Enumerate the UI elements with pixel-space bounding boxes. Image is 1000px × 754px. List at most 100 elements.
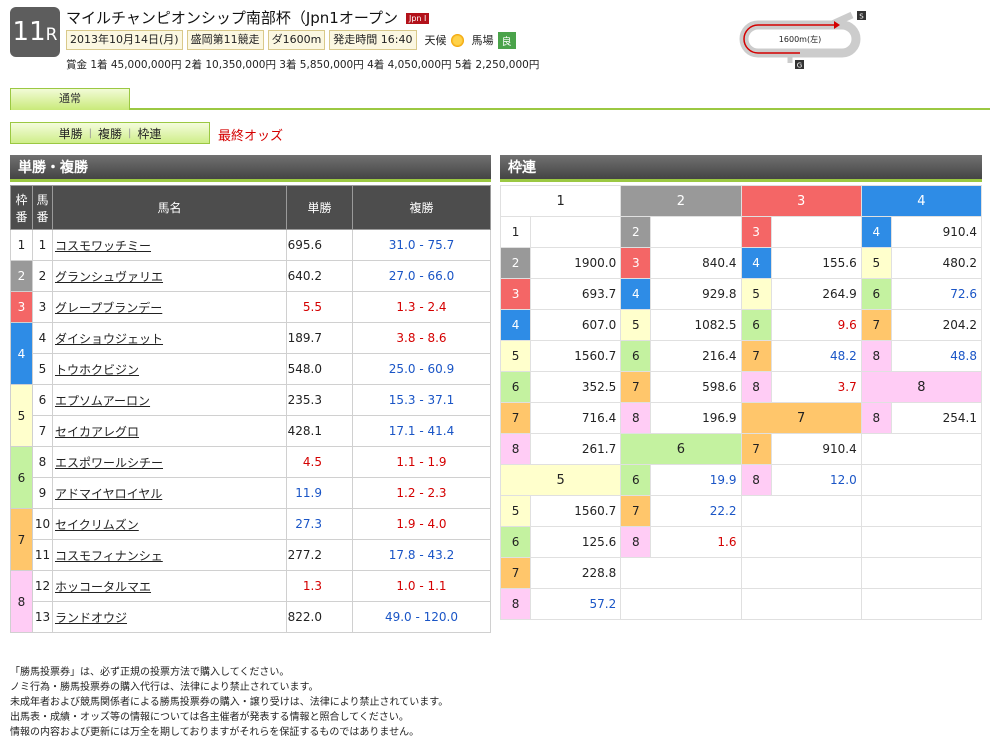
bracket-number-cell: 5 (499, 340, 532, 372)
bracket-odds-cell: 910.4 (890, 216, 983, 248)
empty-cell (740, 526, 862, 558)
svg-text:G: G (797, 62, 802, 70)
table-row: 8 57.2 (499, 588, 983, 620)
table-row: 3 693.7 4 929.8 5 264.9 6 72.6 (499, 278, 983, 310)
table-row: 3 3 グレープブランデー 5.5 1.3 - 2.4 (10, 291, 491, 323)
place-odds-low: 3.8 (396, 331, 416, 345)
bracket-number-cell: 8 (740, 464, 772, 496)
bracket-number-cell: 6 (620, 464, 652, 496)
waku-cell: 7 (10, 508, 33, 571)
col-uma: 馬番 (32, 185, 53, 230)
table-row: 8 12 ホッコータルマエ 1.3 1.0 - 1.1 (10, 570, 491, 633)
bracket-odds-cell: 693.7 (530, 278, 622, 310)
place-odds-low: 49.0 (384, 610, 412, 624)
bracket-odds-cell: 228.8 (530, 557, 622, 589)
horse-name-link[interactable]: コスモワッチミー (55, 239, 151, 253)
disclaimer-line: ノミ行為・勝馬投票券の購入代行は、法律により禁止されています。 (10, 682, 319, 693)
place-odds-low: 1.0 (396, 579, 416, 593)
table-row: 13 ランドオウジ 822.0 49.0 - 120.0 (11, 601, 491, 633)
place-odds-high: 1.9 (427, 455, 447, 469)
disclaimer-notes: 「勝馬投票券」は、必ず正規の投票方法で購入してください。 ノミ行為・勝馬投票券の購… (10, 665, 448, 740)
horse-name-link[interactable]: セイクリムズン (55, 518, 139, 532)
bracket-odds-cell: 57.2 (530, 588, 622, 620)
final-odds-label: 最終オッズ (218, 129, 284, 144)
horse-name-link[interactable]: グレープブランデー (55, 301, 162, 315)
horse-name-cell: セイクリムズン (52, 508, 287, 540)
bracket-odds-cell: 48.8 (890, 340, 983, 372)
table-row: 5 1560.7 7 22.2 (499, 495, 983, 527)
win-odds-cell: 1.3 (286, 570, 353, 602)
bracket-number-cell: 8 (860, 340, 892, 372)
win-odds-cell: 235.3 (286, 384, 353, 416)
horse-name-cell: ホッコータルマエ (52, 570, 287, 602)
uma-cell: 11 (32, 539, 53, 571)
horse-name-link[interactable]: セイカアレグロ (55, 425, 139, 439)
uma-cell: 2 (32, 260, 53, 292)
bracket-odds-cell: 480.2 (890, 247, 983, 279)
bracket-number-cell: 7 (499, 402, 532, 434)
table-row: 6 352.5 7 598.6 8 3.7 8 (499, 371, 983, 403)
win-button[interactable]: 単勝 (53, 125, 89, 142)
bracket-odds-cell: 22.2 (650, 495, 742, 527)
bracket-number-cell: 3 (740, 216, 772, 248)
bracket-number-cell: 4 (499, 309, 532, 341)
bracket-odds-cell: 216.4 (650, 340, 742, 372)
place-odds-high: 2.4 (427, 300, 447, 314)
tab-normal[interactable]: 通常 (10, 88, 130, 110)
place-odds-cell: 1.0 - 1.1 (352, 570, 491, 602)
place-odds-low: 1.2 (396, 486, 416, 500)
win-odds-cell: 27.3 (286, 508, 353, 540)
uma-cell: 10 (32, 508, 53, 540)
bracket-odds-cell: 264.9 (770, 278, 862, 310)
place-odds-high: 120.0 (423, 610, 459, 624)
bracket-odds-cell: 716.4 (530, 402, 622, 434)
bracket-odds-cell: 840.4 (650, 247, 742, 279)
table-row: 4 4 ダイショウジェット 189.7 3.8 - 8.6 (10, 322, 491, 385)
bracket-button[interactable]: 枠連 (131, 125, 167, 142)
bracket-number-cell: 7 (499, 557, 532, 589)
empty-cell (740, 588, 862, 620)
place-odds-high: 66.0 (427, 269, 455, 283)
horse-name-cell: エスポワールシチー (52, 446, 287, 478)
horse-name-link[interactable]: エプソムアーロン (55, 394, 150, 408)
horse-name-link[interactable]: トウホクビジン (55, 363, 139, 377)
race-title: マイルチャンピオンシップ南部杯（Jpn1オープン Jpn I (66, 7, 430, 28)
bracket-block-head: 3 (740, 185, 862, 217)
place-button[interactable]: 複勝 (92, 125, 128, 142)
place-odds-low: 1.3 (396, 300, 416, 314)
win-odds-cell: 4.5 (286, 446, 353, 478)
bracket-number-cell: 7 (740, 340, 772, 372)
bracket-odds-cell: 3.7 (770, 371, 862, 403)
horse-name-link[interactable]: コスモフィナンシェ (55, 549, 163, 563)
race-header: 11R マイルチャンピオンシップ南部杯（Jpn1オープン Jpn I 2013年1… (10, 7, 990, 73)
horse-name-link[interactable]: エスポワールシチー (55, 456, 163, 470)
win-odds-cell: 695.6 (286, 229, 353, 261)
empty-cell (620, 557, 742, 589)
bracket-block-head: 2 (620, 185, 742, 217)
place-odds-low: 15.3 (388, 393, 416, 407)
horse-name-link[interactable]: ダイショウジェット (55, 332, 163, 346)
win-place-panel-title: 単勝・複勝 (10, 155, 491, 182)
horse-name-link[interactable]: アドマイヤロイヤル (55, 487, 162, 501)
bracket-number-cell: 6 (499, 526, 532, 558)
place-odds-high: 4.0 (427, 517, 447, 531)
bracket-odds-cell (530, 216, 622, 248)
horse-name-link[interactable]: グランシュヴァリエ (55, 270, 163, 284)
horse-name-link[interactable]: ホッコータルマエ (55, 580, 151, 594)
horse-name-link[interactable]: ランドオウジ (55, 611, 127, 625)
place-odds-cell: 25.0 - 60.9 (352, 353, 491, 385)
win-place-panel: 単勝・複勝 枠番 馬番 馬名 単勝 複勝 1 1 コスモワッチミー 695.6 31.0… (10, 155, 491, 633)
uma-cell: 4 (32, 322, 53, 354)
win-odds-cell: 428.1 (286, 415, 353, 447)
bracket-odds-cell: 9.6 (770, 309, 862, 341)
bracket-odds-cell: 72.6 (890, 278, 983, 310)
col-place: 複勝 (352, 185, 491, 230)
win-place-table: 枠番 馬番 馬名 単勝 複勝 1 1 コスモワッチミー 695.6 31.0 - 75.… (10, 185, 491, 633)
race-distance: ダ1600m (267, 30, 326, 50)
bracket-number-cell: 7 (740, 433, 772, 465)
bracket-odds-cell: 1900.0 (530, 247, 622, 279)
bracket-odds-cell: 155.6 (770, 247, 862, 279)
table-row: 5 6 エプソムアーロン 235.3 15.3 - 37.1 (10, 384, 491, 447)
empty-cell (740, 495, 862, 527)
table-row: 7 228.8 (499, 557, 983, 589)
